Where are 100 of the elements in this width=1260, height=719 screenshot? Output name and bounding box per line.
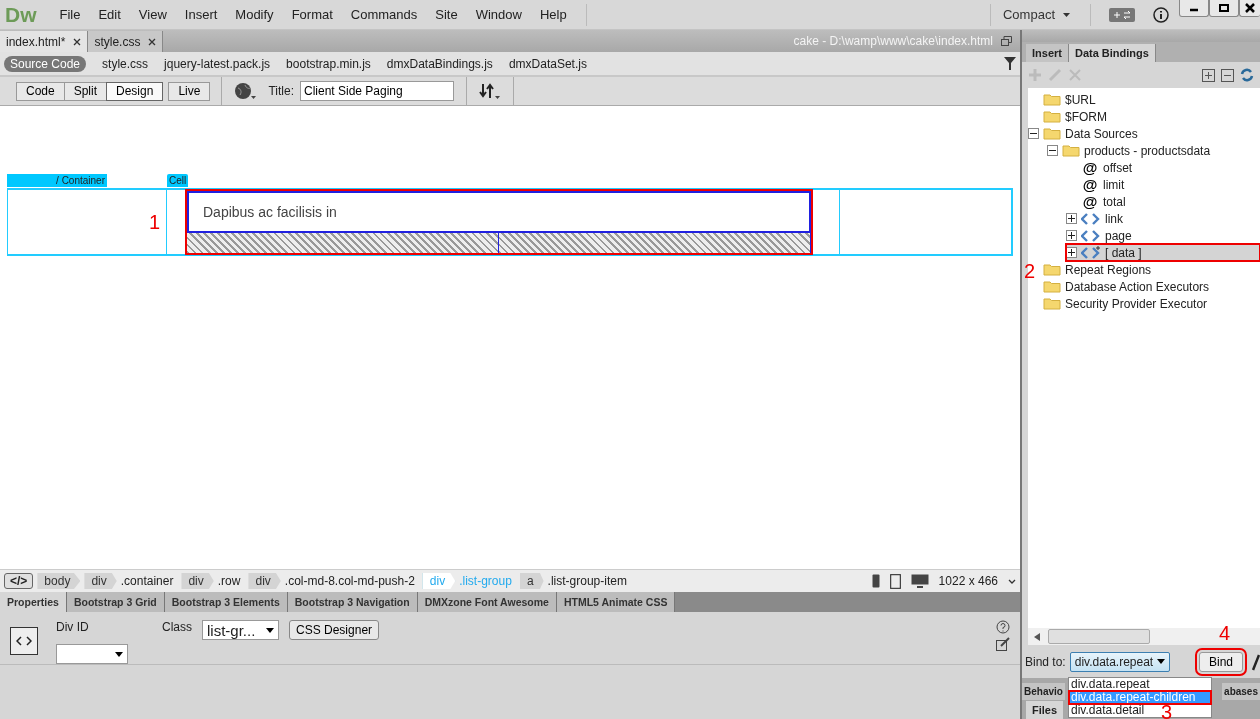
tag-selector-item[interactable]: body bbox=[37, 573, 81, 589]
related-file[interactable]: bootstrap.min.js bbox=[286, 56, 371, 71]
globe-icon[interactable] bbox=[234, 82, 257, 100]
tree-item[interactable]: Security Provider Executor bbox=[1028, 295, 1260, 312]
tag-selector-item[interactable]: div bbox=[248, 573, 281, 589]
list-group[interactable]: Dapibus ac facilisis in bbox=[186, 190, 812, 254]
tag-class[interactable]: .container bbox=[120, 574, 174, 588]
expand-icon[interactable] bbox=[1066, 213, 1077, 224]
tag-class[interactable]: .list-group-item bbox=[547, 574, 627, 588]
menu-item[interactable]: Format bbox=[282, 7, 342, 22]
tag-class[interactable]: .row bbox=[217, 574, 241, 588]
edit-icon[interactable] bbox=[996, 637, 1010, 651]
menu-item[interactable]: Help bbox=[530, 7, 576, 22]
tree-item[interactable]: [ data ] bbox=[1066, 244, 1260, 261]
filter-icon[interactable] bbox=[1004, 57, 1016, 70]
tree-item[interactable]: link bbox=[1066, 210, 1260, 227]
refresh-icon[interactable] bbox=[1240, 68, 1254, 82]
array-icon bbox=[1081, 245, 1101, 260]
restore-icon[interactable] bbox=[1001, 36, 1012, 46]
tree-item[interactable]: @ total bbox=[1066, 193, 1260, 210]
related-file[interactable]: style.css bbox=[102, 56, 149, 71]
minimize-button[interactable] bbox=[1179, 0, 1209, 17]
tag-selector-item[interactable]: div bbox=[84, 573, 117, 589]
tree-item[interactable]: @ offset bbox=[1066, 159, 1260, 176]
info-icon[interactable] bbox=[1153, 6, 1169, 23]
menu-item[interactable]: Modify bbox=[226, 7, 283, 22]
menu-item[interactable]: Site bbox=[426, 7, 467, 22]
title-field[interactable]: Client Side Paging bbox=[299, 81, 454, 101]
tag-selector-item[interactable]: div bbox=[181, 573, 214, 589]
close-icon[interactable] bbox=[148, 37, 157, 46]
panel-tab[interactable]: Bootstrap 3 Grid bbox=[66, 592, 165, 612]
panel-tab[interactable]: Data Bindings bbox=[1068, 44, 1156, 62]
panel-tab[interactable]: Behavio bbox=[1022, 683, 1065, 700]
sync-settings-icon[interactable] bbox=[1109, 7, 1135, 22]
panel-tab[interactable]: Properties bbox=[0, 592, 67, 612]
menu-item[interactable]: Commands bbox=[341, 7, 427, 22]
tag-class[interactable]: .col-md-8.col-md-push-2 bbox=[284, 574, 415, 588]
view-button[interactable]: Live bbox=[168, 81, 211, 101]
panel-tab[interactable]: Bootstrap 3 Navigation bbox=[287, 592, 418, 612]
menu-item[interactable]: Edit bbox=[89, 7, 130, 22]
title-label: Title: bbox=[268, 84, 294, 98]
expand-icon[interactable] bbox=[1066, 247, 1077, 258]
window-size[interactable]: 1022 x 466 bbox=[938, 574, 998, 588]
folder-icon bbox=[1043, 280, 1061, 293]
help-icon[interactable] bbox=[996, 620, 1010, 634]
desktop-icon[interactable] bbox=[910, 574, 929, 588]
menu-item[interactable]: File bbox=[50, 7, 90, 22]
tree-item[interactable]: Database Action Executors bbox=[1028, 278, 1260, 295]
at-sign-icon: @ bbox=[1081, 159, 1099, 176]
folder-icon bbox=[1043, 93, 1061, 106]
panel-tab[interactable]: DMXzone Font Awesome bbox=[417, 592, 557, 612]
expand-all-icon[interactable] bbox=[1202, 68, 1215, 82]
scroll-left-icon[interactable] bbox=[1034, 632, 1040, 641]
dropdown-option[interactable]: div.data.detail bbox=[1069, 704, 1147, 717]
sort-icon[interactable] bbox=[478, 82, 501, 100]
folder-icon bbox=[1043, 297, 1061, 310]
panel-tab[interactable]: HTML5 Animate CSS bbox=[556, 592, 676, 612]
panel-tab[interactable]: Bootstrap 3 Elements bbox=[164, 592, 288, 612]
chevron-down-icon[interactable] bbox=[1008, 578, 1016, 584]
panel-tab[interactable]: Files bbox=[1026, 701, 1064, 719]
panel-tab[interactable]: abases bbox=[1222, 683, 1260, 700]
phone-icon[interactable] bbox=[871, 574, 880, 588]
view-button[interactable]: Split bbox=[63, 81, 108, 101]
related-file[interactable]: jquery-latest.pack.js bbox=[164, 56, 271, 71]
tree-item[interactable]: @ limit bbox=[1066, 176, 1260, 193]
collapse-icon[interactable] bbox=[1047, 145, 1058, 156]
menu-item[interactable]: View bbox=[129, 7, 176, 22]
collapse-icon[interactable] bbox=[1028, 128, 1039, 139]
related-file[interactable]: Source Code bbox=[4, 55, 87, 72]
div-id-select[interactable] bbox=[56, 644, 128, 664]
panel-tab[interactable]: Insert bbox=[1026, 44, 1069, 62]
menu-item[interactable]: Insert bbox=[175, 7, 227, 22]
maximize-button[interactable] bbox=[1209, 0, 1239, 17]
document-tab[interactable]: index.html* bbox=[0, 31, 89, 52]
css-designer-button[interactable]: CSS Designer bbox=[289, 620, 380, 640]
horizontal-scrollbar[interactable] bbox=[1028, 628, 1260, 645]
tablet-icon[interactable] bbox=[889, 573, 901, 589]
dropdown-option[interactable]: div.data.repeat bbox=[1069, 678, 1152, 691]
code-toggle[interactable]: </> bbox=[4, 573, 34, 589]
related-file[interactable]: dmxDataBindings.js bbox=[386, 56, 493, 71]
maximize-icon bbox=[1219, 4, 1229, 12]
workspace-switcher[interactable]: Compact bbox=[1000, 7, 1080, 22]
collapse-all-icon[interactable] bbox=[1221, 68, 1234, 82]
expand-icon[interactable] bbox=[1066, 230, 1077, 241]
tree-item[interactable]: $FORM bbox=[1028, 108, 1260, 125]
menu-item[interactable]: Window bbox=[466, 7, 531, 22]
list-group-item[interactable]: Dapibus ac facilisis in bbox=[187, 191, 811, 233]
class-select[interactable]: list-gr... bbox=[202, 620, 279, 640]
related-file[interactable]: dmxDataSet.js bbox=[508, 56, 587, 71]
tree-item[interactable]: $URL bbox=[1028, 91, 1260, 108]
tag-selector-item[interactable]: a bbox=[519, 573, 544, 589]
close-icon[interactable] bbox=[73, 37, 82, 46]
view-button[interactable]: Design bbox=[106, 81, 164, 101]
document-tab[interactable]: style.css bbox=[88, 31, 164, 52]
tree-item[interactable]: products - productsdata bbox=[1047, 142, 1260, 159]
tree-item[interactable]: Data Sources bbox=[1028, 125, 1260, 142]
view-button[interactable]: Code bbox=[16, 81, 65, 101]
tree-item[interactable]: page bbox=[1066, 227, 1260, 244]
close-button[interactable] bbox=[1239, 0, 1260, 17]
bind-to-select[interactable]: div.data.repeat bbox=[1069, 651, 1170, 672]
